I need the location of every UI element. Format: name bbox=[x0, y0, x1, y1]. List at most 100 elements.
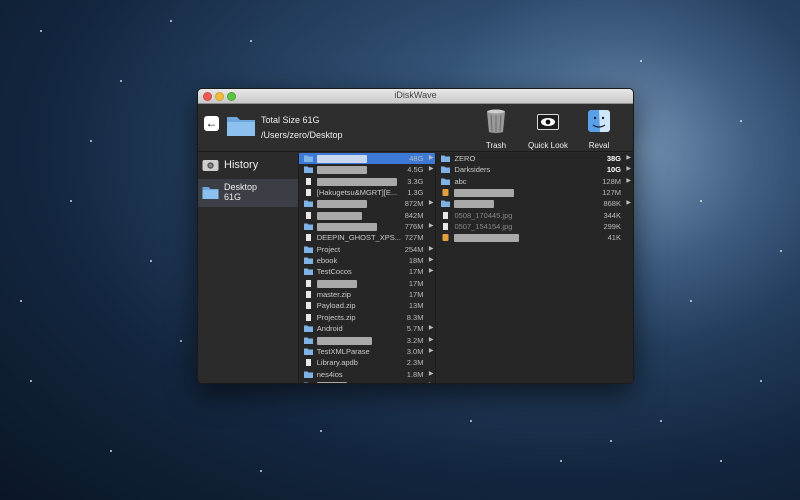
finder-icon bbox=[588, 110, 610, 132]
list-item[interactable]: Android 5.7M ▶ bbox=[299, 323, 436, 334]
folder-icon bbox=[441, 200, 451, 208]
chevron-right-icon: ▶ bbox=[428, 166, 434, 173]
chevron-right-icon: ▶ bbox=[428, 370, 434, 377]
title-bar[interactable]: iDiskWave bbox=[198, 89, 633, 104]
list-item[interactable]: 4.5G ▶ bbox=[299, 164, 436, 175]
quick-look-button[interactable]: Quick Look bbox=[523, 108, 573, 150]
list-item[interactable]: Darksiders 10G ▶ bbox=[436, 164, 633, 175]
list-item[interactable]: 0507_154154.jpg 299K bbox=[436, 221, 633, 232]
folder-icon bbox=[202, 187, 219, 199]
item-size: 38G bbox=[606, 154, 621, 163]
trash-label: Trash bbox=[485, 141, 507, 150]
item-name: Android bbox=[316, 324, 343, 334]
list-item[interactable]: 872M ▶ bbox=[299, 198, 436, 209]
item-name: 0508_170445.jpg bbox=[454, 210, 513, 220]
folder-icon bbox=[303, 337, 313, 344]
star bbox=[470, 420, 472, 422]
history-label: History bbox=[224, 159, 259, 171]
window-title: iDiskWave bbox=[394, 90, 437, 100]
file-column-1[interactable]: 48G ▶ 4.5G ▶ 3.3G [Hakugetsu&MGRT][E... 1.3G 87… bbox=[298, 153, 437, 383]
chevron-right-icon: ▶ bbox=[428, 347, 434, 354]
list-item[interactable]: Payload.zip 13M bbox=[299, 300, 436, 311]
item-size: 727M bbox=[404, 233, 424, 243]
document-icon bbox=[305, 313, 311, 321]
folder-icon bbox=[303, 268, 313, 276]
star bbox=[610, 440, 612, 442]
list-item[interactable]: 41K bbox=[436, 232, 633, 243]
document-icon bbox=[305, 279, 311, 287]
list-item[interactable]: nes4ios 1.8M ▶ bbox=[299, 369, 436, 380]
trash-icon bbox=[487, 109, 505, 133]
item-size: 41K bbox=[607, 233, 621, 243]
item-size: 1.8M bbox=[406, 369, 424, 379]
list-item[interactable]: DEEPIN_GHOST_XPS... 727M bbox=[299, 232, 436, 243]
list-item[interactable]: 868K ▶ bbox=[436, 198, 633, 209]
list-item[interactable]: abc 128M ▶ bbox=[436, 176, 633, 187]
file-column-2[interactable]: ZERO 38G ▶ Darksiders 10G ▶ abc 128M ▶ 127M 868K ▶ 0… bbox=[436, 153, 633, 383]
list-item[interactable]: Projects.zip 8.3M bbox=[299, 312, 436, 323]
list-item[interactable]: 0508_170445.jpg 344K bbox=[436, 210, 633, 221]
star bbox=[110, 450, 112, 452]
item-size: 3.3G bbox=[407, 176, 424, 186]
document-icon bbox=[305, 359, 311, 367]
desktop-name: Desktop bbox=[224, 182, 258, 192]
list-item[interactable]: 127M bbox=[436, 187, 633, 198]
item-name: 0507_154154.jpg bbox=[454, 222, 513, 232]
star bbox=[660, 420, 662, 422]
list-item[interactable]: TestCocos 17M ▶ bbox=[299, 266, 436, 277]
list-item[interactable]: 1.7M ▶ bbox=[299, 380, 436, 383]
item-size: 1.3G bbox=[407, 188, 424, 198]
list-item[interactable]: ebook 18M ▶ bbox=[299, 255, 436, 266]
document-icon bbox=[443, 211, 449, 219]
item-size: 872M bbox=[404, 199, 424, 209]
star bbox=[150, 260, 152, 262]
star bbox=[720, 460, 722, 462]
item-name: Payload.zip bbox=[316, 301, 356, 311]
list-item[interactable]: ZERO 38G ▶ bbox=[436, 153, 633, 164]
star bbox=[40, 30, 42, 32]
total-size-label: Total Size 61G bbox=[261, 115, 320, 125]
folder-icon bbox=[227, 117, 255, 136]
redacted-name bbox=[316, 223, 377, 232]
list-item[interactable]: TestXMLParase 3.0M ▶ bbox=[299, 346, 436, 357]
item-name: Library.apdb bbox=[316, 358, 358, 368]
list-item[interactable]: 17M bbox=[299, 278, 436, 289]
chevron-right-icon: ▶ bbox=[428, 268, 434, 275]
folder-icon bbox=[441, 155, 451, 162]
chevron-right-icon: ▶ bbox=[626, 155, 631, 161]
item-name: master.zip bbox=[316, 290, 351, 300]
sidebar-item-desktop[interactable]: Desktop 61G bbox=[198, 179, 298, 207]
redacted-name bbox=[454, 234, 520, 243]
list-item[interactable]: Library.apdb 2.3M bbox=[299, 357, 436, 368]
list-item[interactable]: master.zip 17M bbox=[299, 289, 436, 300]
list-item[interactable]: [Hakugetsu&MGRT][E... 1.3G bbox=[299, 187, 436, 198]
list-item[interactable]: 48G ▶ bbox=[298, 153, 436, 165]
star bbox=[740, 120, 742, 122]
list-item[interactable]: Project 254M ▶ bbox=[299, 244, 436, 255]
item-size: 8.3M bbox=[406, 312, 424, 322]
item-name: TestXMLParase bbox=[316, 346, 370, 356]
star bbox=[170, 20, 172, 22]
sidebar-item-history[interactable]: History bbox=[198, 153, 298, 179]
document-icon bbox=[305, 177, 311, 185]
item-name: ebook bbox=[316, 256, 338, 266]
item-size: 10G bbox=[606, 165, 621, 175]
list-item[interactable]: 776M ▶ bbox=[299, 221, 436, 232]
item-size: 127M bbox=[602, 188, 621, 198]
redacted-name bbox=[316, 381, 347, 383]
reveal-button[interactable]: Reval bbox=[574, 108, 624, 150]
star bbox=[320, 430, 322, 432]
desktop-size: 61G bbox=[224, 192, 242, 202]
list-item[interactable]: 842M bbox=[299, 210, 436, 221]
folder-icon bbox=[303, 200, 313, 208]
folder-icon bbox=[303, 246, 313, 253]
item-size: 48G bbox=[409, 154, 424, 163]
item-size: 254M bbox=[404, 244, 424, 254]
reveal-label: Reval bbox=[588, 141, 610, 150]
back-button[interactable]: ← bbox=[204, 116, 219, 131]
trash-button[interactable]: Trash bbox=[471, 108, 521, 150]
list-item[interactable]: 3.3G bbox=[299, 176, 436, 187]
list-item[interactable]: 3.2M ▶ bbox=[299, 335, 436, 346]
item-size: 17M bbox=[408, 267, 424, 277]
document-icon bbox=[443, 223, 449, 231]
